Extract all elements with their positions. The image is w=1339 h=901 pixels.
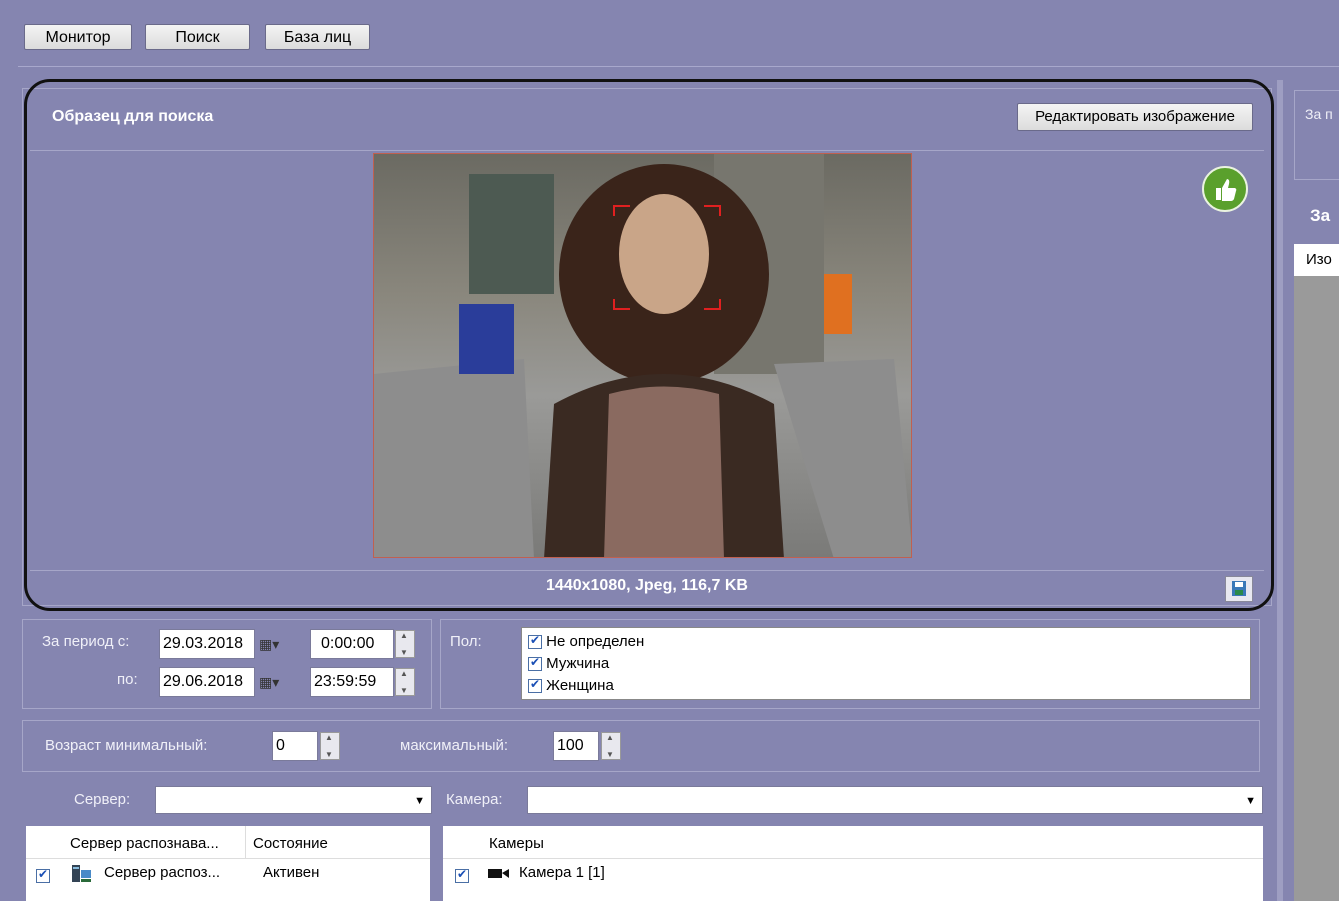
highlight-frame [24,79,1274,611]
gender-option-female[interactable]: Женщина [528,677,614,694]
cameras-table: Камеры Камера 1 [1] [443,826,1263,901]
column-divider [245,826,246,858]
period-from-label: За период с: [42,633,130,650]
monitor-button[interactable]: Монитор [24,24,132,50]
dropdown-arrow-icon[interactable]: ▼ [1245,787,1256,815]
gender-option-male[interactable]: Мужчина [528,655,609,672]
age-min-spinner[interactable] [320,732,340,760]
camera-select[interactable]: ▼ [527,786,1263,814]
server-row-name: Сервер распоз... [104,864,221,881]
age-min-field[interactable]: 0 [272,731,318,761]
gender-list: Не определен Мужчина Женщина [521,627,1251,700]
cameras-table-header: Камеры [443,826,1263,859]
servers-table: Сервер распознава... Состояние Сервер ра… [26,826,430,901]
age-panel [22,720,1260,772]
gender-label: Пол: [450,633,482,650]
toolbar-divider [18,66,1339,67]
to-calendar-icon[interactable]: ▦▾ [259,668,297,696]
to-time-spinner[interactable] [395,668,415,696]
checkbox-icon[interactable] [528,655,542,672]
age-max-field[interactable]: 100 [553,731,599,761]
from-time-field[interactable]: 0:00:00 [310,629,394,659]
right-top-panel [1294,90,1339,180]
servers-table-header: Сервер распознава... Состояние [26,826,430,859]
gender-option-undefined[interactable]: Не определен [528,633,644,650]
right-heading: За [1310,206,1331,225]
from-date-field[interactable]: 29.03.2018 [159,629,255,659]
face-db-button[interactable]: База лиц [265,24,370,50]
search-button[interactable]: Поиск [145,24,250,50]
checkbox-icon[interactable] [528,677,542,694]
age-max-label: максимальный: [400,737,509,754]
column-header-server[interactable]: Сервер распознава... [70,835,219,852]
dropdown-arrow-icon[interactable]: ▼ [414,787,425,815]
server-select[interactable]: ▼ [155,786,432,814]
server-label: Сервер: [74,791,131,808]
column-header-status[interactable]: Состояние [253,835,328,852]
to-time-field[interactable]: 23:59:59 [310,667,394,697]
checkbox-icon[interactable] [528,633,542,650]
column-header-cameras[interactable]: Камеры [489,835,544,852]
from-calendar-icon[interactable]: ▦▾ [259,630,297,658]
age-min-label: Возраст минимальный: [45,737,208,754]
server-icon [70,863,92,885]
camera-row-name: Камера 1 [1] [519,864,605,881]
from-time-spinner[interactable] [395,630,415,658]
to-date-field[interactable]: 29.06.2018 [159,667,255,697]
server-row-checkbox[interactable] [36,867,50,884]
server-row-status: Активен [263,864,320,881]
camera-icon [487,866,511,884]
camera-label: Камера: [446,791,503,808]
period-to-label: по: [117,671,138,688]
right-top-label: За п [1305,106,1333,122]
checkbox-icon[interactable] [36,867,50,884]
results-list: Изо [1294,244,1339,901]
splitter[interactable] [1277,80,1283,901]
age-max-spinner[interactable] [601,732,621,760]
results-column-header[interactable]: Изо [1294,244,1339,276]
checkbox-icon[interactable] [455,867,469,884]
camera-row-checkbox[interactable] [455,867,469,884]
